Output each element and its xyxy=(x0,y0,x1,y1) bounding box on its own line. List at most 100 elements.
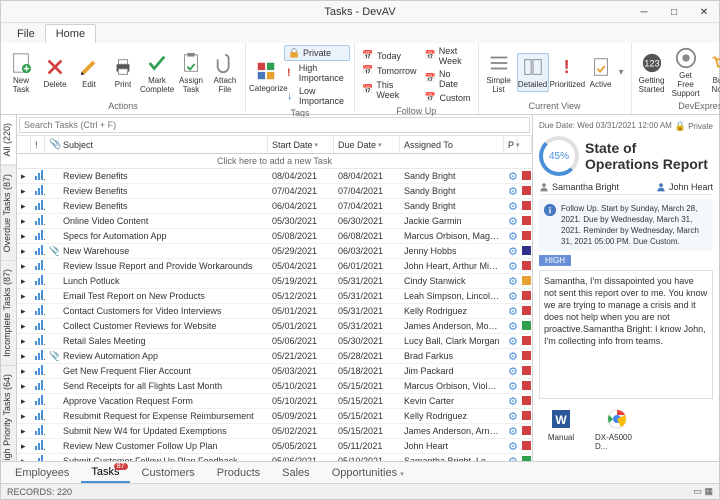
add-task-row[interactable]: Click here to add a new Task xyxy=(17,154,532,169)
col-startdate[interactable]: Start Date ▾ xyxy=(268,136,334,153)
custom-button[interactable]: 📅Custom xyxy=(422,91,474,105)
gear-cell[interactable]: ⚙ xyxy=(504,275,518,288)
tab-products[interactable]: Products xyxy=(207,464,270,482)
table-row[interactable]: ▸📎Review Automation App05/21/202105/28/2… xyxy=(17,349,532,364)
attachment-word[interactable]: WManual xyxy=(539,407,583,451)
tab-customers[interactable]: Customers xyxy=(132,464,205,482)
vtab-1[interactable]: Overdue Tasks (87) xyxy=(1,166,16,261)
gear-cell[interactable]: ⚙ xyxy=(504,365,518,378)
table-row[interactable]: ▸Specs for Automation App05/08/202106/08… xyxy=(17,229,532,244)
table-row[interactable]: ▸Send Receipts for all Flights Last Mont… xyxy=(17,379,532,394)
detailed-button[interactable]: Detailed xyxy=(517,53,549,92)
getting-started-button[interactable]: 123Getting Started xyxy=(636,50,668,96)
gear-cell[interactable]: ⚙ xyxy=(504,200,518,213)
expand-icon[interactable]: ▸ xyxy=(17,426,31,437)
grid-rows[interactable]: ▸Review Benefits08/04/202108/04/2021Sand… xyxy=(17,169,532,461)
low-importance-button[interactable]: ↓Low Importance xyxy=(284,85,350,107)
view-dropdown[interactable]: ▾ xyxy=(619,67,627,78)
nextweek-button[interactable]: 📅Next Week xyxy=(422,45,474,67)
col-p[interactable]: P▾ xyxy=(504,136,518,153)
private-toggle[interactable]: Private xyxy=(284,45,350,61)
gear-cell[interactable]: ⚙ xyxy=(504,260,518,273)
table-row[interactable]: ▸📎New Warehouse05/29/202106/03/2021Jenny… xyxy=(17,244,532,259)
expand-icon[interactable]: ▸ xyxy=(17,291,31,302)
table-row[interactable]: ▸Retail Sales Meeting05/06/202105/30/202… xyxy=(17,334,532,349)
vtab-2[interactable]: Incomplete Tasks (87) xyxy=(1,261,16,366)
expand-icon[interactable]: ▸ xyxy=(17,351,31,362)
assign-task-button[interactable]: Assign Task xyxy=(175,50,207,96)
col-subject[interactable]: Subject xyxy=(59,136,268,153)
table-row[interactable]: ▸Online Video Content05/30/202106/30/202… xyxy=(17,214,532,229)
tomorrow-button[interactable]: 📅Tomorrow xyxy=(359,64,420,78)
table-row[interactable]: ▸Submit New W4 for Updated Exemptions05/… xyxy=(17,424,532,439)
delete-button[interactable]: Delete xyxy=(39,54,71,91)
table-row[interactable]: ▸Collect Customer Reviews for Website05/… xyxy=(17,319,532,334)
gear-cell[interactable]: ⚙ xyxy=(504,425,518,438)
menu-file[interactable]: File xyxy=(7,25,45,43)
table-row[interactable]: ▸Submit Customer Follow Up Plan Feedback… xyxy=(17,454,532,461)
gear-cell[interactable]: ⚙ xyxy=(504,395,518,408)
expand-icon[interactable]: ▸ xyxy=(17,321,31,332)
expand-icon[interactable]: ▸ xyxy=(17,411,31,422)
expand-icon[interactable]: ▸ xyxy=(17,186,31,197)
get-support-button[interactable]: Get Free Support xyxy=(670,45,702,100)
expand-icon[interactable]: ▸ xyxy=(17,171,31,182)
attach-file-button[interactable]: Attach File xyxy=(209,50,241,96)
table-row[interactable]: ▸Email Test Report on New Products05/12/… xyxy=(17,289,532,304)
expand-icon[interactable]: ▸ xyxy=(17,216,31,227)
menu-home[interactable]: Home xyxy=(45,24,96,43)
expand-icon[interactable]: ▸ xyxy=(17,306,31,317)
expand-icon[interactable]: ▸ xyxy=(17,441,31,452)
vtab-3[interactable]: High Priority Tasks (64) xyxy=(1,366,16,461)
expand-icon[interactable]: ▸ xyxy=(17,366,31,377)
buy-now-button[interactable]: Buy Now xyxy=(704,50,720,96)
tab-tasks[interactable]: Tasks87 xyxy=(81,463,129,483)
table-row[interactable]: ▸Review New Customer Follow Up Plan05/05… xyxy=(17,439,532,454)
gear-cell[interactable]: ⚙ xyxy=(504,410,518,423)
gear-cell[interactable]: ⚙ xyxy=(504,305,518,318)
expand-icon[interactable]: ▸ xyxy=(17,261,31,272)
tab-sales[interactable]: Sales xyxy=(272,464,320,482)
expand-icon[interactable]: ▸ xyxy=(17,276,31,287)
col-flag[interactable]: ! xyxy=(31,136,45,153)
expand-icon[interactable]: ▸ xyxy=(17,396,31,407)
gear-cell[interactable]: ⚙ xyxy=(504,440,518,453)
table-row[interactable]: ▸Contact Customers for Video Interviews0… xyxy=(17,304,532,319)
attachment-chrome[interactable]: DX-A5000 D... xyxy=(595,407,639,451)
expand-icon[interactable]: ▸ xyxy=(17,201,31,212)
gear-cell[interactable]: ⚙ xyxy=(504,320,518,333)
col-expand[interactable] xyxy=(17,136,31,153)
search-input[interactable] xyxy=(19,117,530,133)
active-button[interactable]: Active xyxy=(585,54,617,91)
high-importance-button[interactable]: !High Importance xyxy=(284,62,350,84)
gear-cell[interactable]: ⚙ xyxy=(504,350,518,363)
mark-complete-button[interactable]: Mark Complete xyxy=(141,50,173,96)
close-button[interactable]: ✕ xyxy=(689,1,719,23)
table-row[interactable]: ▸Lunch Potluck05/19/202105/31/2021Cindy … xyxy=(17,274,532,289)
col-assigned[interactable]: Assigned To xyxy=(400,136,504,153)
thisweek-button[interactable]: 📅This Week xyxy=(359,79,420,101)
view-switcher[interactable]: ▭ ▦ xyxy=(693,486,713,497)
table-row[interactable]: ▸Review Benefits06/04/202107/04/2021Sand… xyxy=(17,199,532,214)
print-button[interactable]: Print xyxy=(107,54,139,91)
expand-icon[interactable]: ▸ xyxy=(17,231,31,242)
simple-list-button[interactable]: Simple List xyxy=(483,50,515,96)
maximize-button[interactable]: □ xyxy=(659,1,689,23)
table-row[interactable]: ▸Approve Vacation Request Form05/10/2021… xyxy=(17,394,532,409)
edit-button[interactable]: Edit xyxy=(73,54,105,91)
gear-cell[interactable]: ⚙ xyxy=(504,380,518,393)
today-button[interactable]: 📅Today xyxy=(359,49,420,63)
gear-cell[interactable]: ⚙ xyxy=(504,215,518,228)
gear-cell[interactable]: ⚙ xyxy=(504,185,518,198)
expand-icon[interactable]: ▸ xyxy=(17,336,31,347)
tab-opportunities[interactable]: Opportunities ▾ xyxy=(322,464,414,482)
gear-cell[interactable]: ⚙ xyxy=(504,245,518,258)
detail-body[interactable]: Samantha, I'm dissapointed you have not … xyxy=(539,270,713,399)
table-row[interactable]: ▸Get New Frequent Flier Account05/03/202… xyxy=(17,364,532,379)
expand-icon[interactable]: ▸ xyxy=(17,381,31,392)
expand-icon[interactable]: ▸ xyxy=(17,246,31,257)
col-attach[interactable]: 📎 xyxy=(45,136,59,153)
col-duedate[interactable]: Due Date ▾ xyxy=(334,136,400,153)
minimize-button[interactable]: ─ xyxy=(629,1,659,23)
gear-cell[interactable]: ⚙ xyxy=(504,290,518,303)
